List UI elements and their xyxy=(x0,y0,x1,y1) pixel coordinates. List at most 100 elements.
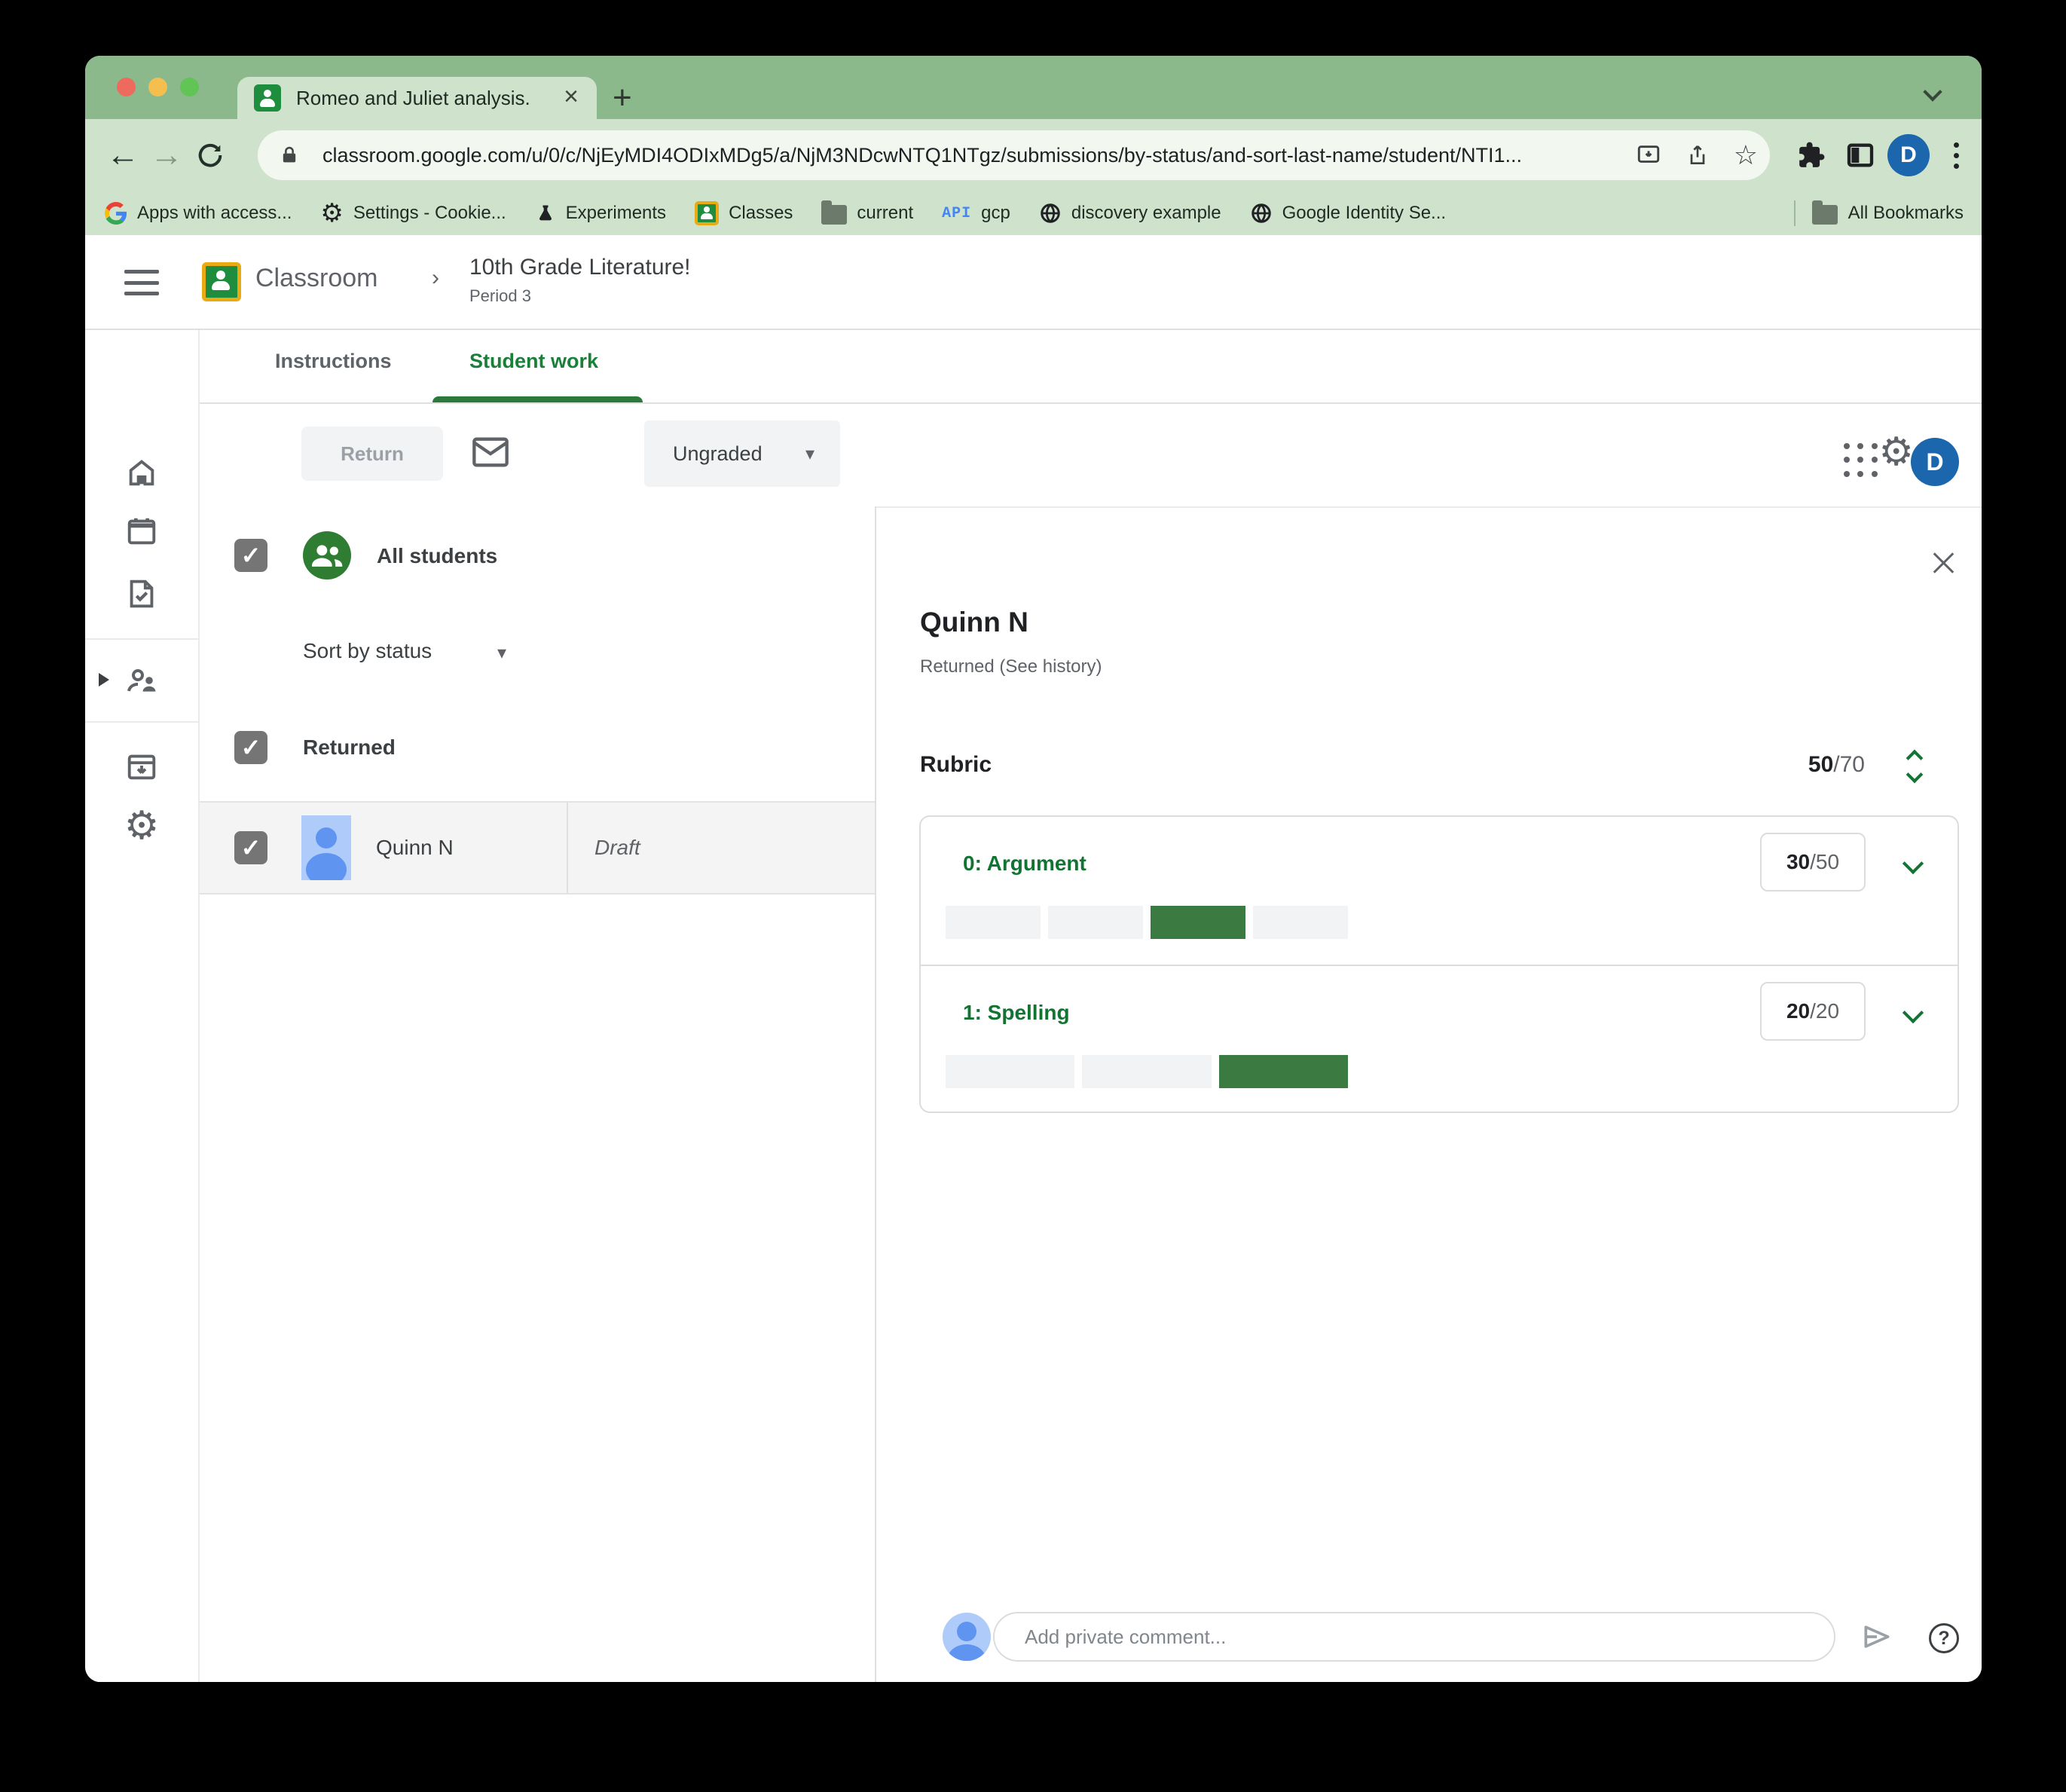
api-icon: API xyxy=(942,204,972,222)
rubric-level-box[interactable] xyxy=(1218,1055,1348,1088)
grading-panel: Quinn N Returned (See history) Rubric 50… xyxy=(876,506,1982,1682)
share-icon[interactable] xyxy=(1686,143,1710,167)
bookmark-apps-with-access[interactable]: Apps with access... xyxy=(105,202,292,225)
student-checkbox[interactable] xyxy=(234,831,267,864)
all-students-row[interactable]: All students xyxy=(200,506,875,604)
back-button[interactable]: ← xyxy=(102,119,144,191)
tab-student-work[interactable]: Student work xyxy=(469,350,598,373)
bookmark-current[interactable]: current xyxy=(821,200,913,225)
chevron-down-icon[interactable] xyxy=(1902,1002,1924,1025)
forward-button[interactable]: → xyxy=(145,119,188,191)
chevron-down-icon: ▾ xyxy=(805,443,814,464)
returned-group-checkbox[interactable] xyxy=(234,731,267,764)
macos-minimize-icon[interactable] xyxy=(148,78,167,96)
criterion-score-input[interactable]: 30/50 xyxy=(1760,833,1866,891)
archive-icon xyxy=(127,754,156,780)
rubric-level-box[interactable] xyxy=(1253,906,1348,939)
bookmark-google-identity[interactable]: Google Identity Se... xyxy=(1250,202,1446,225)
teaching-nav-button[interactable] xyxy=(85,663,198,699)
calendar-icon xyxy=(127,518,156,545)
student-avatar xyxy=(301,815,351,880)
settings-nav-button[interactable]: ⚙ xyxy=(85,806,198,846)
panel-status-line[interactable]: Returned (See history) xyxy=(920,656,1102,677)
rubric-label: Rubric xyxy=(920,752,992,777)
divider xyxy=(85,721,198,723)
student-name: Quinn N xyxy=(376,836,454,859)
rubric-criterion-argument: 0: Argument 30/50 xyxy=(921,817,1958,965)
close-icon[interactable] xyxy=(1930,549,1957,576)
three-dot-menu-icon xyxy=(1954,142,1960,169)
grading-settings-button[interactable]: ⚙ xyxy=(1878,433,1914,472)
email-button[interactable] xyxy=(471,436,510,472)
tab-instructions[interactable]: Instructions xyxy=(275,350,392,373)
bookmark-classes[interactable]: Classes xyxy=(695,201,793,225)
browser-menu-button[interactable] xyxy=(1954,119,1960,191)
criterion-title[interactable]: 1: Spelling xyxy=(963,1001,1070,1025)
assignment-check-icon xyxy=(130,579,154,608)
side-panel-button[interactable] xyxy=(1845,119,1875,191)
unfold-sorter-icon[interactable] xyxy=(1902,751,1928,784)
macos-zoom-icon[interactable] xyxy=(180,78,199,96)
all-students-avatar xyxy=(303,531,351,579)
returned-group-row[interactable]: Returned xyxy=(200,719,875,776)
bookmark-discovery-example[interactable]: discovery example xyxy=(1039,202,1221,225)
all-bookmarks-button[interactable]: All Bookmarks xyxy=(1793,200,1964,226)
browser-profile-avatar[interactable]: D xyxy=(1887,119,1930,191)
classroom-favicon-icon xyxy=(254,84,281,112)
main-menu-button[interactable] xyxy=(124,270,159,295)
calendar-nav-button[interactable] xyxy=(85,514,198,549)
extensions-button[interactable] xyxy=(1797,119,1826,191)
criterion-title[interactable]: 0: Argument xyxy=(963,852,1086,876)
all-students-label: All students xyxy=(377,544,498,567)
student-row[interactable]: Quinn N Draft xyxy=(200,801,875,894)
bookmark-star-icon[interactable]: ☆ xyxy=(1734,139,1758,171)
tab-close-icon[interactable]: × xyxy=(564,84,579,109)
breadcrumb-chevron-icon: › xyxy=(432,265,439,290)
browser-tab[interactable]: Romeo and Juliet analysis. × xyxy=(237,77,597,119)
commenter-avatar xyxy=(943,1613,991,1661)
rubric-level-box[interactable] xyxy=(1048,906,1143,939)
chevron-down-icon: ▾ xyxy=(497,643,507,663)
classroom-icon xyxy=(695,201,720,225)
avatar: D xyxy=(1887,134,1930,176)
bookmark-gcp[interactable]: API gcp xyxy=(942,203,1010,224)
student-status: Draft xyxy=(594,836,640,859)
rubric-card: 0: Argument 30/50 1: Spelling 20/20 xyxy=(919,815,1959,1113)
send-comment-button[interactable] xyxy=(1860,1620,1893,1657)
help-button[interactable]: ? xyxy=(1929,1623,1959,1653)
new-tab-button[interactable]: + xyxy=(613,80,632,116)
classroom-logo-icon[interactable] xyxy=(202,262,241,301)
grading-toolbar: Return Ungraded ▾ ⚙ xyxy=(200,404,1982,506)
tab-search-chevron-icon[interactable] xyxy=(1924,83,1942,101)
rubric-level-box[interactable] xyxy=(1082,1055,1212,1088)
all-students-checkbox[interactable] xyxy=(234,539,267,572)
lock-icon[interactable] xyxy=(279,145,300,166)
private-comment-input[interactable] xyxy=(993,1612,1835,1662)
criterion-score-input[interactable]: 20/20 xyxy=(1760,982,1866,1041)
bookmark-experiments[interactable]: Experiments xyxy=(535,202,666,225)
reload-button[interactable] xyxy=(189,119,231,191)
rubric-level-box[interactable] xyxy=(946,1055,1075,1088)
bookmark-settings-cookie[interactable]: ⚙ Settings - Cookie... xyxy=(320,200,506,226)
app-name[interactable]: Classroom xyxy=(255,264,377,293)
return-button[interactable]: Return xyxy=(301,427,443,481)
sort-dropdown[interactable]: Sort by status ▾ xyxy=(200,624,875,680)
flask-icon xyxy=(539,205,552,221)
grade-filter-dropdown[interactable]: Ungraded ▾ xyxy=(644,420,840,487)
chevron-down-icon[interactable] xyxy=(1902,853,1924,876)
rubric-level-box[interactable] xyxy=(1151,906,1245,939)
home-nav-button[interactable] xyxy=(85,455,198,490)
student-list-panel: All students Sort by status ▾ Returned Q… xyxy=(200,506,876,1682)
install-icon[interactable] xyxy=(1636,142,1661,168)
course-title[interactable]: 10th Grade Literature! xyxy=(469,255,691,280)
classroom-header: Classroom › 10th Grade Literature! Perio… xyxy=(85,235,1982,330)
divider xyxy=(567,803,568,893)
envelope-icon xyxy=(472,437,509,467)
macos-close-icon[interactable] xyxy=(117,78,136,96)
home-icon xyxy=(129,460,154,486)
to-review-nav-button[interactable] xyxy=(85,576,198,611)
rubric-level-boxes xyxy=(946,906,1348,939)
address-bar[interactable]: classroom.google.com/u/0/c/NjEyMDI4ODIxM… xyxy=(258,130,1770,180)
archived-classes-nav-button[interactable] xyxy=(85,749,198,784)
rubric-level-box[interactable] xyxy=(946,906,1041,939)
